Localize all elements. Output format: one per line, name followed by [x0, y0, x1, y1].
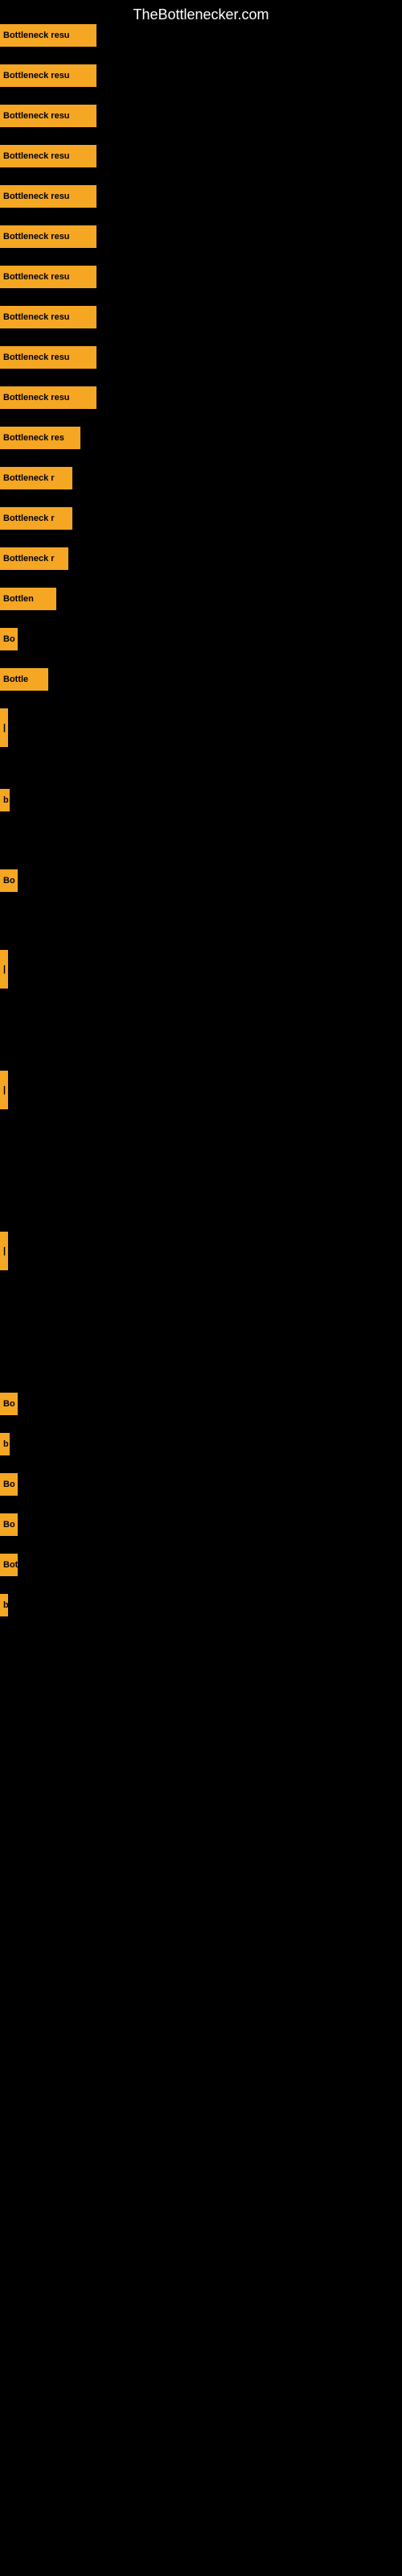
- bar-item: Bottleneck resu: [0, 24, 96, 47]
- bar-item: Bottleneck resu: [0, 64, 96, 87]
- bar-item: Bottleneck res: [0, 427, 80, 449]
- bottleneck-bar: Bottleneck resu: [0, 185, 96, 208]
- bottleneck-bar: b: [0, 1433, 10, 1455]
- bottleneck-bar: Bottleneck resu: [0, 266, 96, 288]
- bottleneck-bar: Bottleneck r: [0, 547, 68, 570]
- bottleneck-bar: Bottleneck resu: [0, 145, 96, 167]
- bar-item: Bottleneck r: [0, 547, 68, 570]
- bottleneck-bar: Bottle: [0, 668, 48, 691]
- bottleneck-bar: Bo: [0, 1393, 18, 1415]
- bar-item: Bottleneck resu: [0, 306, 96, 328]
- bottleneck-bar: |: [0, 1071, 8, 1109]
- bottleneck-bar: Bottleneck resu: [0, 105, 96, 127]
- bottleneck-bar: Bo: [0, 869, 18, 892]
- bar-item: |: [0, 950, 8, 989]
- bar-item: Bo: [0, 628, 18, 650]
- bottleneck-bar: |: [0, 708, 8, 747]
- bottleneck-bar: Bo: [0, 1473, 18, 1496]
- bottleneck-bar: Bo: [0, 628, 18, 650]
- bar-item: Bottleneck resu: [0, 105, 96, 127]
- bar-item: Bot: [0, 1554, 18, 1576]
- bar-item: Bottleneck resu: [0, 225, 96, 248]
- bottleneck-bar: Bottleneck resu: [0, 386, 96, 409]
- bottleneck-bar: Bottleneck resu: [0, 346, 96, 369]
- bar-item: Bo: [0, 1473, 18, 1496]
- bar-item: Bottleneck resu: [0, 266, 96, 288]
- bar-item: Bottleneck resu: [0, 346, 96, 369]
- bottleneck-bar: b: [0, 1594, 8, 1616]
- bottleneck-bar: |: [0, 1232, 8, 1270]
- bottleneck-bar: Bottlen: [0, 588, 56, 610]
- bar-item: b: [0, 789, 10, 811]
- bottleneck-bar: Bottleneck r: [0, 467, 72, 489]
- bar-item: Bottleneck resu: [0, 386, 96, 409]
- bottleneck-bar: Bo: [0, 1513, 18, 1536]
- bottleneck-bar: Bottleneck resu: [0, 64, 96, 87]
- bottleneck-bar: Bottleneck res: [0, 427, 80, 449]
- bar-item: b: [0, 1594, 8, 1616]
- bar-item: |: [0, 708, 8, 747]
- bar-item: Bottleneck resu: [0, 185, 96, 208]
- bottleneck-bar: Bottleneck resu: [0, 225, 96, 248]
- bar-item: |: [0, 1071, 8, 1109]
- bar-item: Bottleneck r: [0, 507, 72, 530]
- bar-item: Bo: [0, 1393, 18, 1415]
- bar-item: Bottle: [0, 668, 48, 691]
- bar-item: Bottlen: [0, 588, 56, 610]
- bar-item: Bo: [0, 1513, 18, 1536]
- bottleneck-bar: Bottleneck resu: [0, 306, 96, 328]
- bottleneck-bar: Bottleneck r: [0, 507, 72, 530]
- bottleneck-bar: b: [0, 789, 10, 811]
- bottleneck-bar: Bottleneck resu: [0, 24, 96, 47]
- bar-item: Bottleneck resu: [0, 145, 96, 167]
- bar-item: |: [0, 1232, 8, 1270]
- bar-item: Bottleneck r: [0, 467, 72, 489]
- bottleneck-bar: Bot: [0, 1554, 18, 1576]
- bottleneck-bar: |: [0, 950, 8, 989]
- bar-item: Bo: [0, 869, 18, 892]
- bar-item: b: [0, 1433, 10, 1455]
